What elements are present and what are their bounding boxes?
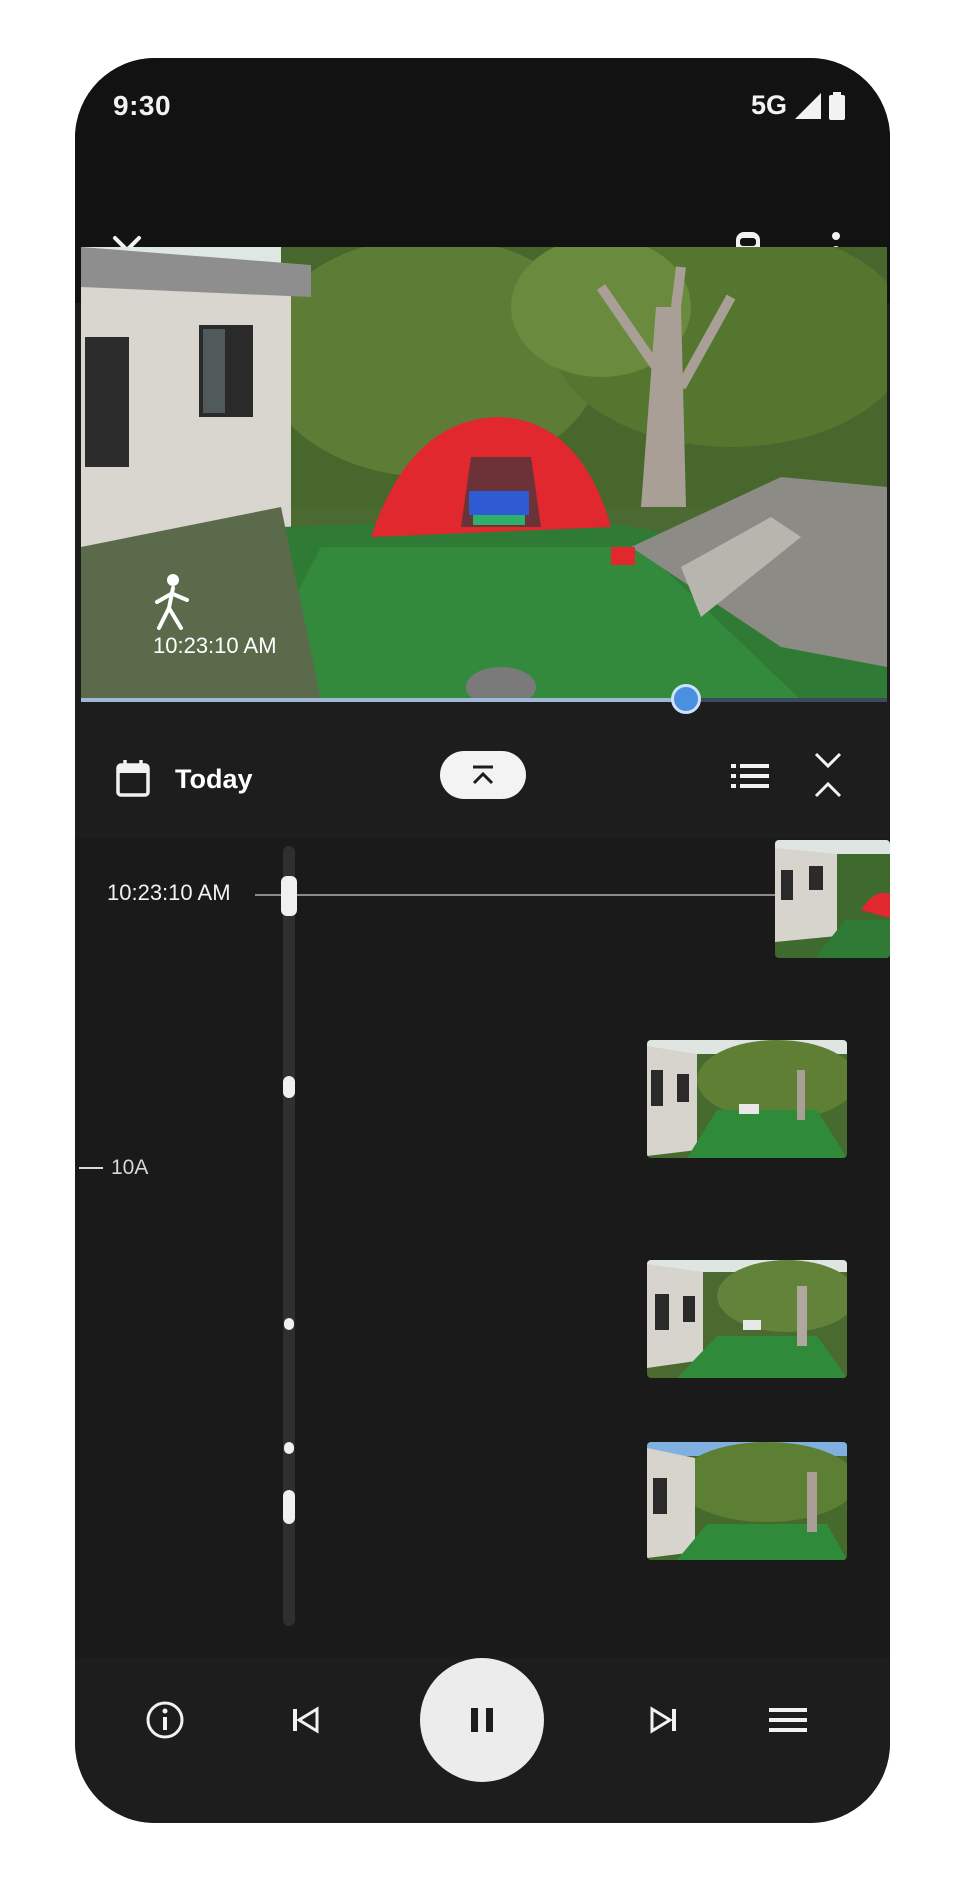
hour-tick (79, 1167, 103, 1170)
event-timestamp: 10:23:10 AM (153, 633, 277, 658)
camera-video[interactable]: 10:23:10 AM (81, 247, 887, 700)
skip-previous-icon[interactable] (291, 1706, 319, 1734)
pause-button[interactable] (420, 1658, 544, 1782)
progress-handle[interactable] (670, 684, 701, 714)
event-thumbnail[interactable] (775, 840, 890, 958)
hour-marker: 10A (79, 1156, 148, 1180)
progress-fill (81, 698, 686, 702)
event-marker[interactable] (281, 876, 297, 916)
thumbnail-image (647, 1040, 847, 1158)
signal-icon (795, 92, 821, 119)
current-time-line (255, 894, 795, 896)
event-thumbnail[interactable] (647, 1442, 847, 1560)
event-marker[interactable] (284, 1318, 294, 1330)
event-marker[interactable] (283, 1490, 295, 1524)
pause-icon (471, 1708, 493, 1732)
hour-label: 10A (111, 1156, 149, 1179)
event-marker[interactable] (283, 1076, 295, 1098)
date-label[interactable]: Today (175, 764, 253, 795)
event-thumbnail[interactable] (647, 1040, 847, 1158)
battery-icon (829, 91, 845, 120)
motion-person-icon (155, 574, 189, 630)
list-icon[interactable] (731, 762, 769, 790)
event-marker[interactable] (284, 1442, 294, 1454)
thumbnail-image (775, 840, 890, 958)
phone-frame: 9:30 5G 10:23:10 AM Today 10:23:10 AM 10… (75, 58, 890, 1823)
playback-bar (75, 1658, 890, 1823)
status-time: 9:30 (113, 90, 172, 121)
info-icon[interactable] (145, 1700, 185, 1740)
status-icons: 5G (751, 90, 845, 121)
network-label: 5G (750, 90, 787, 120)
event-thumbnail[interactable] (647, 1260, 847, 1378)
skip-next-icon[interactable] (650, 1706, 678, 1734)
timeline-controls: Today (75, 728, 890, 828)
status-bar: 9:30 5G (75, 58, 890, 158)
video-progress-bar[interactable] (81, 684, 887, 714)
collapse-pill-button[interactable] (440, 751, 526, 799)
thumbnail-image (647, 1442, 847, 1560)
timeline-selected-time: 10:23:10 AM (107, 880, 231, 905)
expand-collapse-icon[interactable] (813, 750, 843, 800)
event-timeline[interactable]: 10:23:10 AM 10A (75, 838, 890, 1658)
collapse-up-icon (472, 765, 494, 785)
calendar-icon[interactable] (115, 758, 151, 798)
thumbnail-image (647, 1260, 847, 1378)
menu-icon[interactable] (769, 1706, 807, 1734)
